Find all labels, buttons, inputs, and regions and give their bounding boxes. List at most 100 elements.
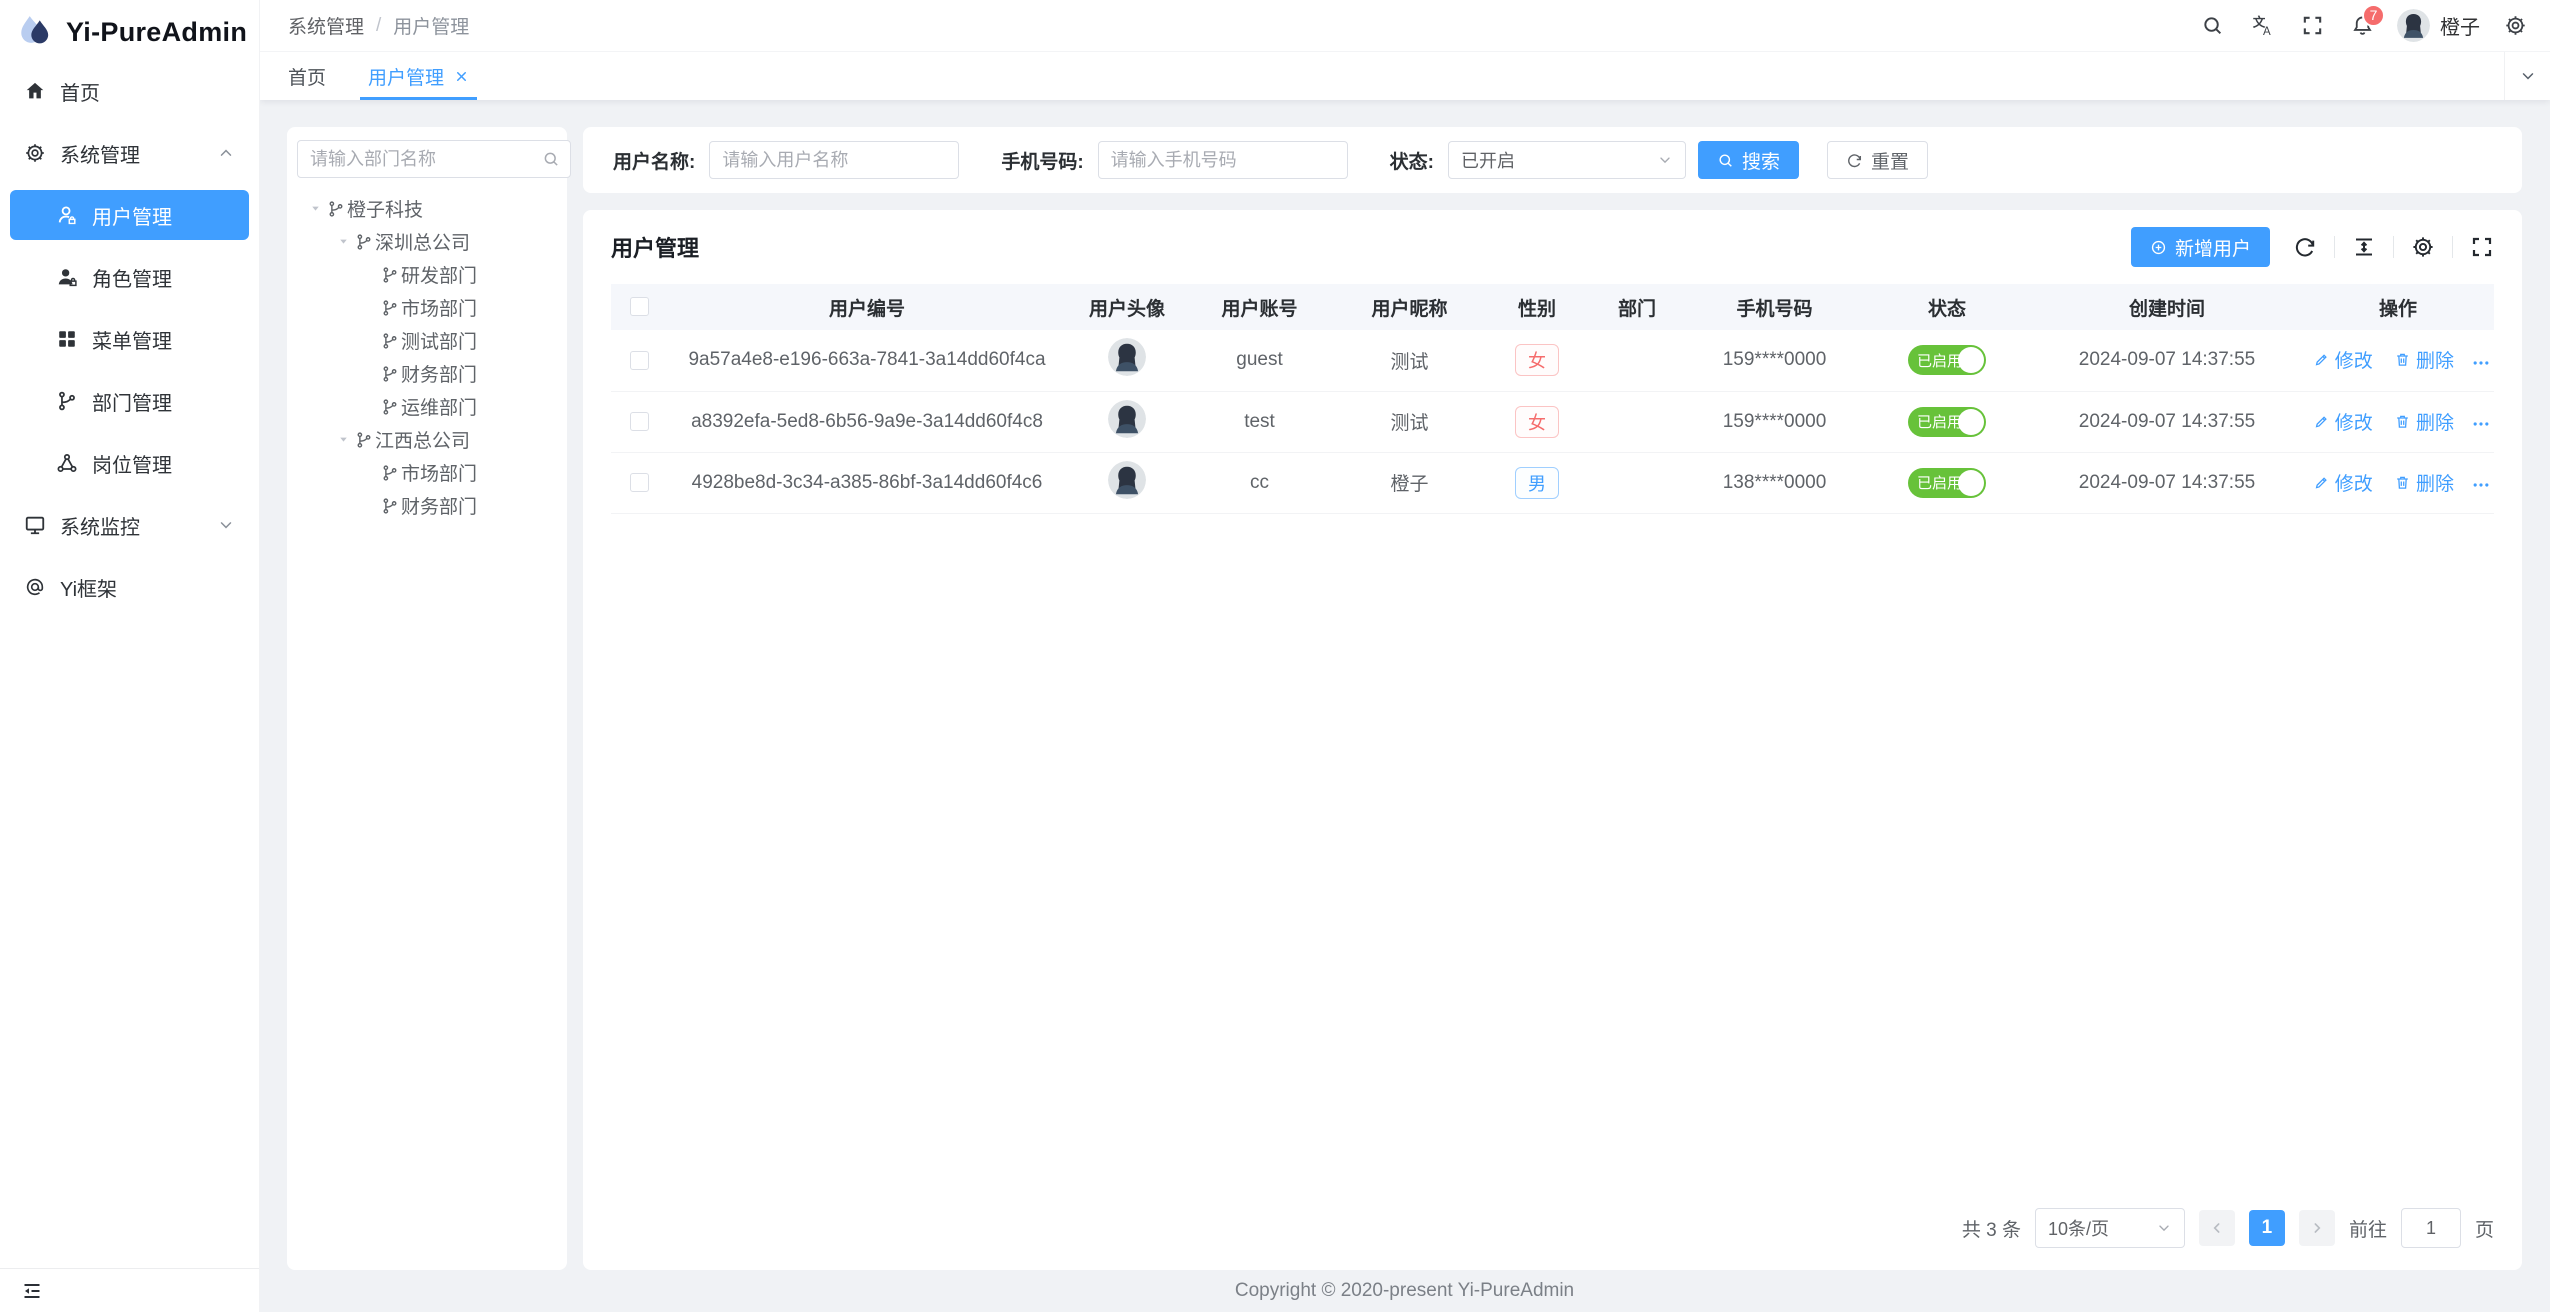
edit-button[interactable]: 修改: [2313, 346, 2373, 373]
department-tree: 橙子科技 深圳总公司 研发部门 市场部门 测试部门: [297, 192, 557, 522]
home-icon: [24, 80, 46, 102]
sidebar-item-user-mgmt[interactable]: 用户管理: [10, 190, 249, 240]
department-cell: [1587, 391, 1687, 452]
column-settings-icon[interactable]: [2411, 235, 2435, 259]
status-toggle[interactable]: 已启用: [1908, 468, 1986, 498]
select-all-checkbox[interactable]: [630, 297, 649, 316]
search-button[interactable]: [2187, 0, 2237, 52]
sidebar-item-post-mgmt[interactable]: 岗位管理: [10, 438, 249, 488]
username-input[interactable]: [709, 141, 959, 179]
department-cell: [1587, 330, 1687, 391]
tree-node[interactable]: 财务部门: [297, 489, 557, 522]
edit-button[interactable]: 修改: [2313, 469, 2373, 496]
status-toggle[interactable]: 已启用: [1908, 345, 1986, 375]
sidebar-item-dept-mgmt[interactable]: 部门管理: [10, 376, 249, 426]
sidebar-item-yi-framework[interactable]: Yi框架: [10, 562, 249, 612]
tree-node[interactable]: 橙子科技: [297, 192, 557, 225]
tree-node[interactable]: 深圳总公司: [297, 225, 557, 258]
sidebar-item-menu-mgmt[interactable]: 菜单管理: [10, 314, 249, 364]
branch-icon: [381, 332, 399, 350]
refresh-icon[interactable]: [2293, 235, 2317, 259]
more-actions-button[interactable]: [2471, 353, 2491, 373]
notifications-button[interactable]: 7: [2337, 0, 2387, 52]
tree-node[interactable]: 研发部门: [297, 258, 557, 291]
chevron-down-icon: [2156, 1220, 2172, 1236]
next-page-button[interactable]: [2299, 1210, 2335, 1246]
tree-node[interactable]: 财务部门: [297, 357, 557, 390]
status-select[interactable]: 已开启: [1448, 141, 1686, 179]
settings-button[interactable]: [2490, 0, 2540, 52]
row-checkbox[interactable]: [630, 473, 649, 492]
status-toggle[interactable]: 已启用: [1908, 407, 1986, 437]
tree-node[interactable]: 运维部门: [297, 390, 557, 423]
fullscreen-button[interactable]: [2287, 0, 2337, 52]
department-search-input[interactable]: [310, 149, 542, 170]
table-row: 9a57a4e8-e196-663a-7841-3a14dd60f4ca gue…: [611, 330, 2494, 391]
notification-badge: 7: [2362, 4, 2385, 27]
tab-user-mgmt[interactable]: 用户管理: [368, 52, 469, 100]
caret-down-icon[interactable]: [303, 202, 327, 215]
page-number-button[interactable]: 1: [2249, 1210, 2285, 1246]
density-icon[interactable]: [2352, 235, 2376, 259]
app-logo[interactable]: Yi-PureAdmin: [0, 0, 259, 64]
tree-node[interactable]: 测试部门: [297, 324, 557, 357]
current-page: 1: [2262, 1217, 2273, 1239]
tree-node-label: 财务部门: [401, 492, 477, 519]
status-toggle-label: 已启用: [1917, 350, 1962, 371]
avatar: [1108, 461, 1146, 499]
tree-node-label: 测试部门: [401, 327, 477, 354]
prev-page-button[interactable]: [2199, 1210, 2235, 1246]
tree-node-label: 江西总公司: [375, 426, 470, 453]
row-checkbox[interactable]: [630, 351, 649, 370]
sidebar-item-system-mgmt[interactable]: 系统管理: [10, 128, 249, 178]
gender-tag: 女: [1515, 406, 1559, 438]
column-header: 用户编号: [667, 284, 1067, 330]
more-actions-button[interactable]: [2471, 475, 2491, 495]
search-button[interactable]: 搜索: [1698, 141, 1799, 179]
delete-button[interactable]: 删除: [2394, 469, 2454, 496]
collapse-sidebar-icon[interactable]: [20, 1279, 44, 1303]
navbar-actions: 7 橙子: [2187, 0, 2540, 52]
column-header: 操作: [2302, 284, 2494, 330]
sidebar-item-role-mgmt[interactable]: 角色管理: [10, 252, 249, 302]
edit-button-label: 修改: [2335, 346, 2373, 373]
edit-icon: [2313, 413, 2330, 430]
user-menu[interactable]: 橙子: [2387, 9, 2490, 42]
page-size-select[interactable]: 10条/页: [2035, 1208, 2185, 1248]
breadcrumb-level1[interactable]: 系统管理: [288, 12, 364, 39]
delete-button[interactable]: 删除: [2394, 346, 2454, 373]
sidebar-item-home[interactable]: 首页: [10, 66, 249, 116]
add-user-button[interactable]: 新增用户: [2131, 227, 2270, 267]
tree-node-label: 市场部门: [401, 459, 477, 486]
branch-icon: [381, 299, 399, 317]
expand-table-icon[interactable]: [2470, 235, 2494, 259]
more-actions-button[interactable]: [2471, 414, 2491, 434]
sidebar-item-label: Yi框架: [60, 573, 117, 602]
phone-cell: 138****0000: [1687, 452, 1862, 513]
account-cell: cc: [1187, 452, 1332, 513]
translate-icon: [2251, 14, 2274, 37]
row-checkbox[interactable]: [630, 412, 649, 431]
caret-down-icon[interactable]: [331, 433, 355, 446]
goto-page-input[interactable]: [2401, 1208, 2461, 1248]
status-toggle-label: 已启用: [1917, 411, 1962, 432]
delete-button-label: 删除: [2416, 469, 2454, 496]
branch-icon: [355, 431, 373, 449]
close-icon[interactable]: [454, 69, 469, 84]
caret-down-icon[interactable]: [331, 235, 355, 248]
tab-options-button[interactable]: [2504, 52, 2550, 100]
reset-button[interactable]: 重置: [1827, 141, 1928, 179]
tree-node[interactable]: 江西总公司: [297, 423, 557, 456]
phone-input[interactable]: [1098, 141, 1348, 179]
delete-button[interactable]: 删除: [2394, 408, 2454, 435]
chevron-down-icon: [1657, 152, 1673, 168]
tab-home[interactable]: 首页: [288, 52, 326, 100]
chevron-down-icon: [217, 516, 235, 534]
sidebar-item-system-monitor[interactable]: 系统监控: [10, 500, 249, 550]
tree-node[interactable]: 市场部门: [297, 291, 557, 324]
delete-button-label: 删除: [2416, 408, 2454, 435]
edit-button[interactable]: 修改: [2313, 408, 2373, 435]
translate-button[interactable]: [2237, 0, 2287, 52]
tree-node[interactable]: 市场部门: [297, 456, 557, 489]
chevron-down-icon: [2519, 67, 2537, 85]
